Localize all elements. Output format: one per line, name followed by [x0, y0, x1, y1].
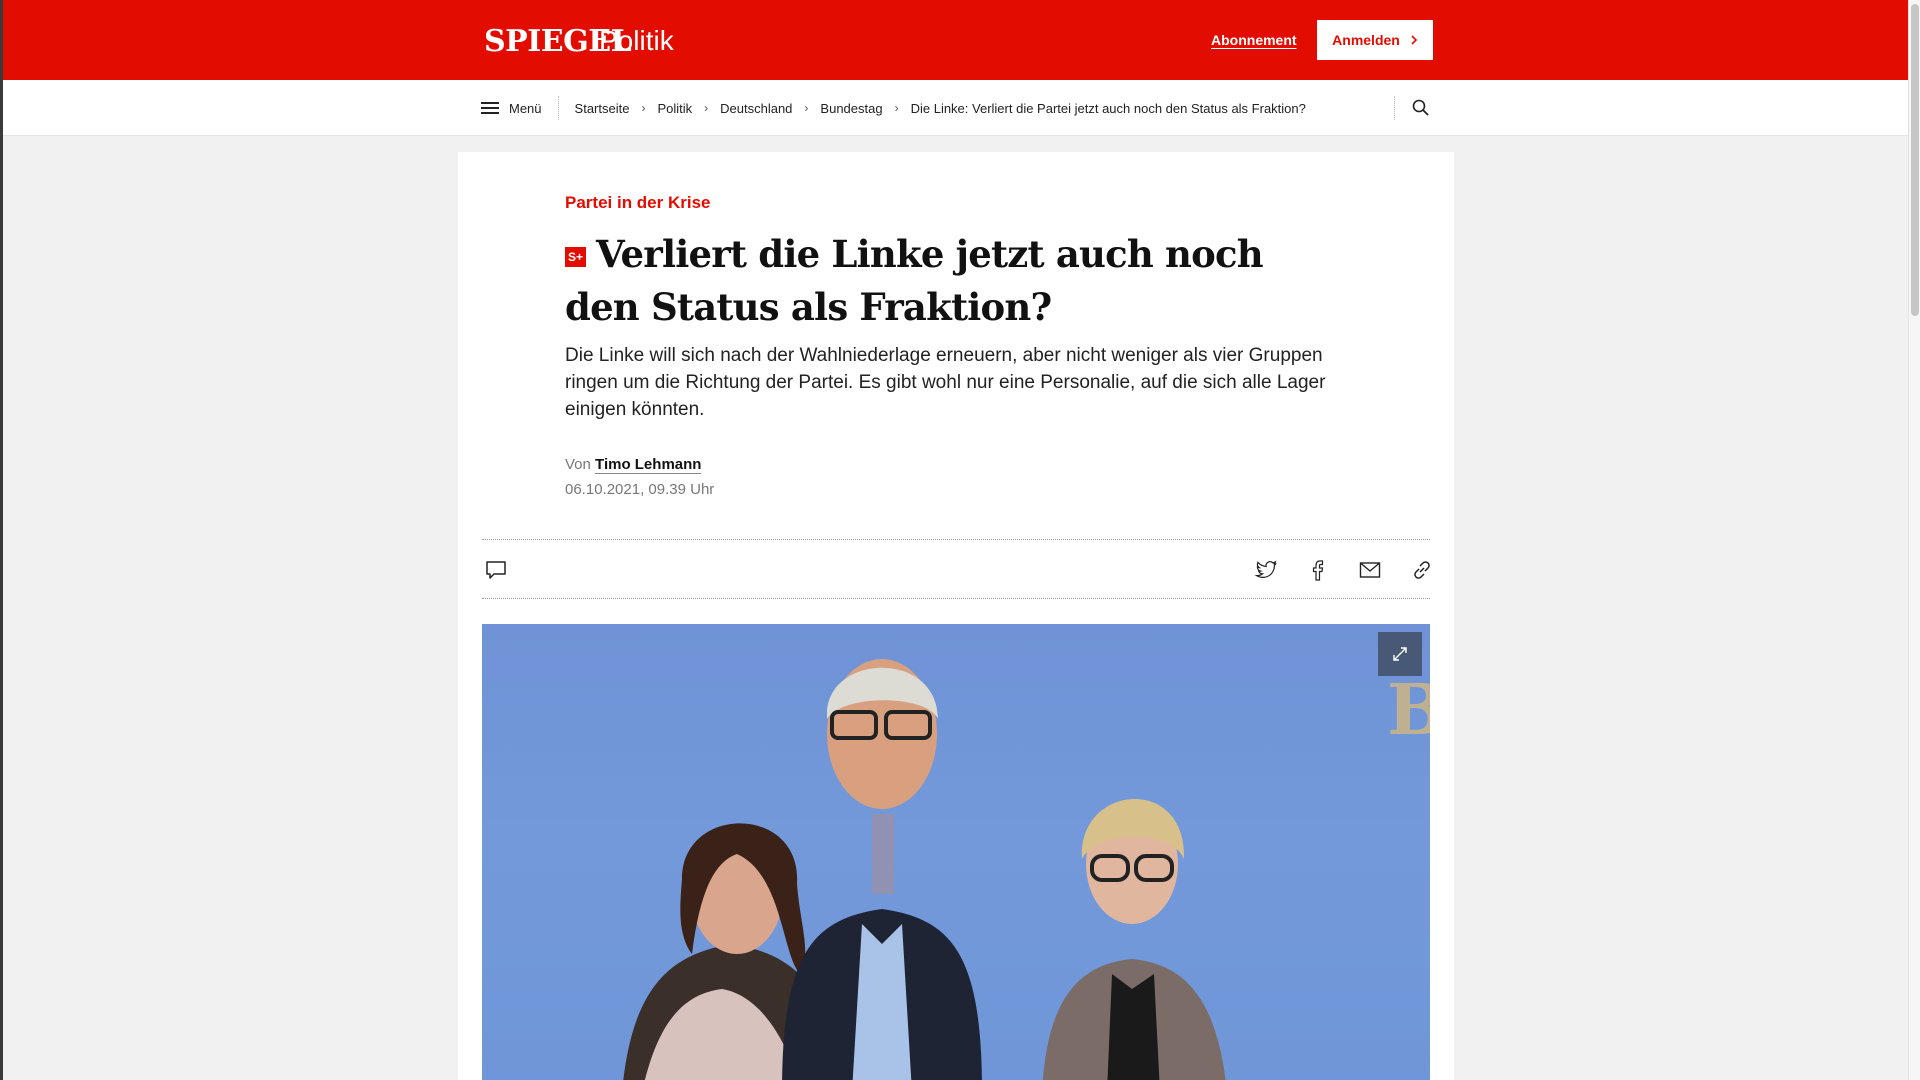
comment-icon[interactable]	[484, 558, 508, 582]
hamburger-icon	[481, 102, 499, 114]
search-button[interactable]	[1411, 98, 1431, 118]
nav-divider	[557, 96, 559, 120]
breadcrumb-startseite[interactable]: Startseite	[575, 101, 630, 116]
breadcrumb: Startseite › Politik › Deutschland › Bun…	[575, 101, 1306, 116]
menu-button[interactable]: Menü	[481, 101, 542, 116]
login-label: Anmelden	[1332, 32, 1400, 48]
hero-image[interactable]: B	[482, 624, 1430, 1080]
breadcrumb-bundestag[interactable]: Bundestag	[820, 101, 882, 116]
twitter-icon[interactable]	[1254, 558, 1278, 582]
publish-date: 06.10.2021, 09.39 Uhr	[565, 481, 715, 498]
site-header: SPIEGEL Politik Abonnement Anmelden	[3, 0, 1908, 80]
chevron-right-icon: ›	[894, 101, 899, 115]
nav-divider	[1394, 96, 1395, 120]
headline-text: Verliert die Linke jetzt auch noch den S…	[565, 232, 1264, 329]
article-teaser: Die Linke will sich nach der Wahlniederl…	[565, 345, 1326, 420]
login-button[interactable]: Anmelden	[1317, 20, 1433, 60]
chevron-right-icon	[1411, 35, 1417, 45]
link-icon[interactable]	[1410, 558, 1434, 582]
person-middle	[782, 659, 982, 1080]
article-kicker: Partei in der Krise	[565, 193, 711, 212]
mail-icon[interactable]	[1358, 558, 1382, 582]
share-bar	[482, 539, 1430, 599]
article-card: Partei in der Krise S+ Verliert die Linke…	[458, 152, 1454, 1080]
breadcrumb-politik[interactable]: Politik	[657, 101, 692, 116]
expand-image-button[interactable]	[1378, 632, 1422, 676]
byline: Von Timo Lehmann	[565, 456, 702, 474]
spiegel-plus-badge: S+	[565, 247, 586, 267]
chevron-right-icon: ›	[641, 101, 646, 115]
chevron-right-icon: ›	[804, 101, 809, 115]
breadcrumb-deutschland[interactable]: Deutschland	[720, 101, 792, 116]
article-headline: S+ Verliert die Linke jetzt auch noch den…	[565, 228, 1285, 334]
svg-text:B: B	[1387, 668, 1430, 751]
byline-prefix: Von	[565, 456, 591, 473]
breadcrumb-nav: Menü Startseite › Politik › Deutschland …	[3, 80, 1908, 136]
chevron-right-icon: ›	[704, 101, 709, 115]
breadcrumb-current: Die Linke: Verliert die Partei jetzt auc…	[910, 100, 1306, 116]
vertical-scrollbar[interactable]	[1908, 0, 1920, 1080]
abonnement-link[interactable]: Abonnement	[1211, 32, 1297, 48]
browser-viewport: SPIEGEL Politik Abonnement Anmelden Menü…	[0, 0, 1908, 1080]
search-icon	[1412, 99, 1429, 116]
ressort-title[interactable]: Politik	[599, 25, 674, 57]
facebook-icon[interactable]	[1306, 558, 1330, 582]
person-right	[1042, 798, 1226, 1080]
scrollbar-thumb[interactable]	[1911, 4, 1919, 316]
menu-label: Menü	[509, 100, 542, 116]
window-edge	[0, 0, 3, 1080]
hero-photo: B	[623, 659, 1430, 1080]
author-link[interactable]: Timo Lehmann	[595, 456, 702, 474]
expand-icon	[1393, 647, 1407, 661]
